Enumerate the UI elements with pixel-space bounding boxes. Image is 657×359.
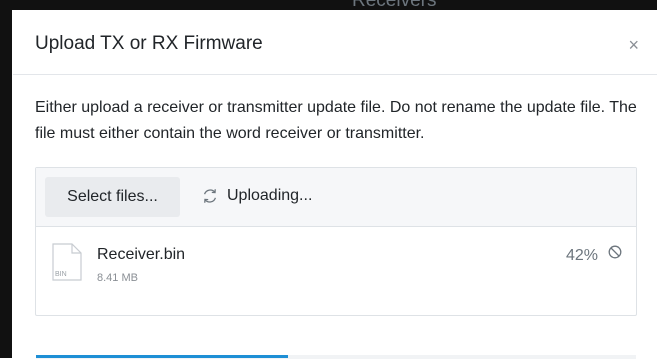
dialog-title: Upload TX or RX Firmware <box>35 33 263 54</box>
file-name: Receiver.bin <box>97 246 186 263</box>
upload-status-label: Uploading... <box>227 187 313 204</box>
upload-percentage: 42% <box>565 247 598 264</box>
dialog-header: Upload TX or RX Firmware × <box>13 10 657 75</box>
file-icon: BIN <box>52 243 82 281</box>
upload-progress-bar <box>36 355 636 359</box>
close-button[interactable]: × <box>628 36 639 54</box>
file-size: 8.41 MB <box>97 272 138 284</box>
upload-status: Uploading... <box>201 187 312 205</box>
cancel-upload-icon[interactable] <box>608 245 622 259</box>
dialog-description: Either upload a receiver or transmitter … <box>35 99 637 142</box>
backdrop-overlay-left <box>0 0 12 358</box>
file-upload-widget: Select files... Uploading... BIN Receive… <box>35 167 637 359</box>
file-type-label: BIN <box>55 271 67 278</box>
upload-toolbar: Select files... Uploading... <box>36 168 636 227</box>
file-list-item: BIN Receiver.bin 8.41 MB 42% <box>36 227 636 359</box>
select-files-button[interactable]: Select files... <box>45 177 180 217</box>
backdrop-overlay <box>0 0 657 10</box>
refresh-icon <box>203 189 217 203</box>
upload-firmware-dialog: Upload TX or RX Firmware × Either upload… <box>13 10 657 359</box>
